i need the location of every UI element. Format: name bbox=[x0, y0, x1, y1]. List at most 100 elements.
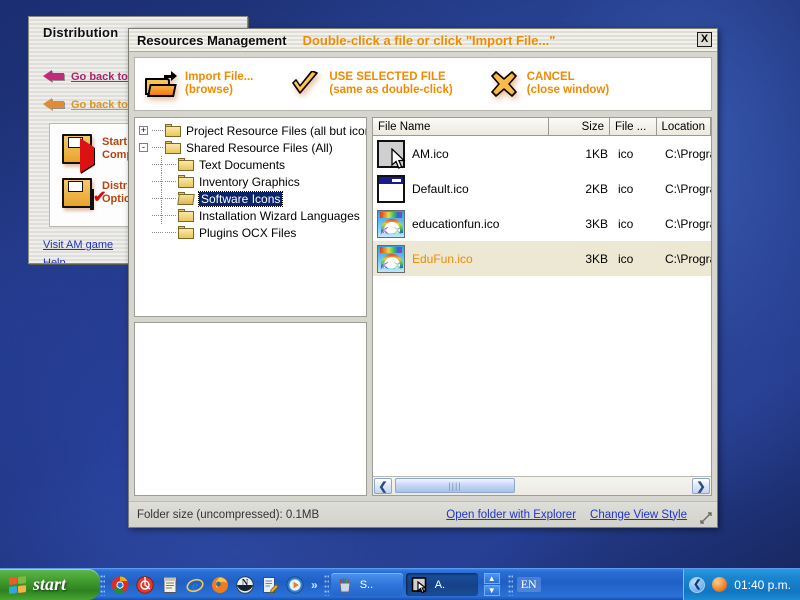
distribution-options-button[interactable]: Distr Optic bbox=[62, 178, 130, 210]
tray-grip[interactable] bbox=[507, 573, 513, 596]
dialog-hint: Double-click a file or click "Import Fil… bbox=[302, 32, 556, 48]
file-name: educationfun.ico bbox=[412, 216, 500, 231]
open-folder-with-explorer-link[interactable]: Open folder with Explorer bbox=[446, 509, 576, 521]
start-label: start bbox=[33, 574, 67, 594]
scroll-up-button[interactable]: ▲ bbox=[483, 573, 500, 584]
file-size: 1KB bbox=[585, 146, 608, 161]
help-link[interactable]: Help... bbox=[43, 257, 75, 263]
use-selected-file-button[interactable]: USE SELECTED FILE (same as double-click) bbox=[291, 71, 453, 97]
tree-item-shared-resource-files[interactable]: - Shared Resource Files (All) bbox=[139, 139, 364, 156]
scrollbar-thumb[interactable]: |||| bbox=[395, 478, 515, 493]
taskbar-clock[interactable]: 01:40 p.m. bbox=[734, 578, 791, 592]
tree-item-project-resource-files[interactable]: + Project Resource Files (all but icons) bbox=[139, 122, 366, 139]
document-edit-icon[interactable] bbox=[261, 576, 279, 594]
import-file-button[interactable]: Import File... (browse) bbox=[145, 71, 253, 97]
tree-item-software-icons[interactable]: Software Icons bbox=[139, 190, 364, 207]
table-row[interactable]: Default.ico 2KB ico C:\Program Fi bbox=[373, 171, 711, 206]
taskbar: start e N » S.. A. ▲ ▼ EN ❮ 01:40 p.m. bbox=[0, 568, 800, 600]
orange-circle-icon[interactable] bbox=[712, 577, 728, 592]
task-scroll-buttons[interactable]: ▲ ▼ bbox=[483, 573, 500, 596]
go-back-label-1: Go back to bbox=[71, 70, 128, 83]
expand-icon[interactable]: + bbox=[139, 126, 148, 135]
change-view-style-link[interactable]: Change View Style bbox=[590, 509, 687, 521]
dialog-body: + Project Resource Files (all but icons)… bbox=[129, 111, 717, 496]
floppy-check-icon bbox=[62, 178, 94, 210]
file-location: C:\Program Fi bbox=[665, 251, 711, 266]
tree-connector bbox=[165, 190, 178, 207]
scroll-down-button[interactable]: ▼ bbox=[483, 585, 500, 596]
language-bar[interactable]: EN bbox=[516, 577, 545, 592]
file-name: AM.ico bbox=[412, 146, 449, 161]
tree-connector bbox=[152, 139, 165, 156]
table-row[interactable]: educationfun.ico 3KB ico C:\Program Fi bbox=[373, 206, 711, 241]
svg-text:N: N bbox=[242, 577, 249, 587]
tree-connector bbox=[152, 224, 165, 241]
folder-icon bbox=[178, 209, 194, 222]
tree-connector bbox=[152, 156, 165, 173]
tree-connector bbox=[152, 190, 165, 207]
tree-item-plugins-ocx-files[interactable]: Plugins OCX Files bbox=[139, 224, 364, 241]
tree-item-inventory-graphics[interactable]: Inventory Graphics bbox=[139, 173, 364, 190]
language-indicator[interactable]: EN bbox=[516, 577, 541, 592]
file-list[interactable]: File Name Size File ... Location AM.ico … bbox=[372, 117, 712, 496]
column-header-file-type[interactable]: File ... bbox=[610, 118, 657, 135]
start-button[interactable]: start bbox=[0, 569, 100, 600]
resize-grip-icon[interactable] bbox=[699, 511, 713, 525]
file-type: ico bbox=[618, 146, 634, 161]
red-circle-icon[interactable] bbox=[136, 575, 154, 594]
notepad-icon[interactable] bbox=[161, 576, 179, 594]
scroll-left-button[interactable]: ❮ bbox=[374, 478, 392, 494]
close-icon[interactable]: X bbox=[697, 32, 712, 47]
task-button-a[interactable]: A. bbox=[405, 573, 478, 596]
tasks-grip[interactable] bbox=[323, 573, 329, 596]
resource-tree[interactable]: + Project Resource Files (all but icons)… bbox=[134, 117, 367, 317]
cancel-button[interactable]: CANCEL (close window) bbox=[490, 71, 609, 97]
window-icon bbox=[377, 174, 405, 203]
dialog-title-bar[interactable]: Resources Management Double-click a file… bbox=[129, 29, 717, 52]
cursor-window-icon bbox=[411, 576, 429, 594]
background-window-title: Distribution bbox=[43, 25, 119, 40]
import-file-line2: (browse) bbox=[185, 84, 233, 96]
horizontal-scrollbar[interactable]: ❮ |||| ❯ bbox=[373, 476, 711, 495]
pencil-cup-icon bbox=[336, 576, 354, 594]
tray-expand-icon[interactable]: ❮ bbox=[689, 576, 706, 593]
column-header-location[interactable]: Location bbox=[656, 118, 711, 135]
x-cross-icon bbox=[490, 71, 517, 97]
internet-explorer-icon[interactable]: e bbox=[186, 576, 204, 594]
visit-am-games-link[interactable]: Visit AM game bbox=[43, 239, 113, 251]
tree-connector bbox=[165, 173, 178, 190]
task-buttons: S.. A. bbox=[330, 573, 478, 596]
go-back-link-1[interactable]: Go back to bbox=[43, 69, 128, 84]
column-header-file-name[interactable]: File Name bbox=[373, 118, 549, 135]
tree-connector bbox=[165, 224, 178, 241]
checkmark-icon bbox=[291, 71, 319, 97]
rainbow-butterfly-icon bbox=[377, 209, 405, 238]
quick-launch-overflow[interactable]: » bbox=[311, 578, 318, 592]
netscape-icon[interactable]: N bbox=[236, 575, 254, 594]
file-type: ico bbox=[618, 251, 634, 266]
folder-size-text: Folder size (uncompressed): 0.1MB bbox=[137, 508, 320, 521]
file-location: C:\Program Fi bbox=[665, 181, 711, 196]
start-compilation-button[interactable]: Start Comp bbox=[62, 134, 133, 173]
collapse-icon[interactable]: - bbox=[139, 143, 148, 152]
resources-management-dialog: Resources Management Double-click a file… bbox=[128, 28, 718, 528]
folder-icon bbox=[178, 226, 194, 239]
task-button-s[interactable]: S.. bbox=[330, 573, 403, 596]
tree-label: Shared Resource Files (All) bbox=[186, 140, 333, 155]
table-row-selected[interactable]: EduFun.ico 3KB ico C:\Program Fi bbox=[373, 241, 711, 276]
firefox-icon[interactable] bbox=[211, 576, 229, 594]
scrollbar-track[interactable]: |||| bbox=[393, 477, 691, 495]
use-selected-line1: USE SELECTED FILE bbox=[329, 71, 446, 83]
chrome-icon[interactable] bbox=[111, 576, 129, 594]
tree-item-installation-wizard-languages[interactable]: Installation Wizard Languages bbox=[139, 207, 364, 224]
scroll-right-button[interactable]: ❯ bbox=[692, 478, 710, 494]
media-player-icon[interactable] bbox=[286, 575, 304, 594]
file-location: C:\Program Fi bbox=[665, 146, 711, 161]
tree-item-text-documents[interactable]: Text Documents bbox=[139, 156, 364, 173]
go-back-link-2[interactable]: Go back to bbox=[43, 97, 128, 112]
preview-panel[interactable] bbox=[134, 322, 367, 496]
open-folder-icon bbox=[177, 192, 195, 205]
folder-icon bbox=[165, 124, 181, 137]
column-header-size[interactable]: Size bbox=[548, 118, 610, 135]
table-row[interactable]: AM.ico 1KB ico C:\Program Fi bbox=[373, 136, 711, 171]
